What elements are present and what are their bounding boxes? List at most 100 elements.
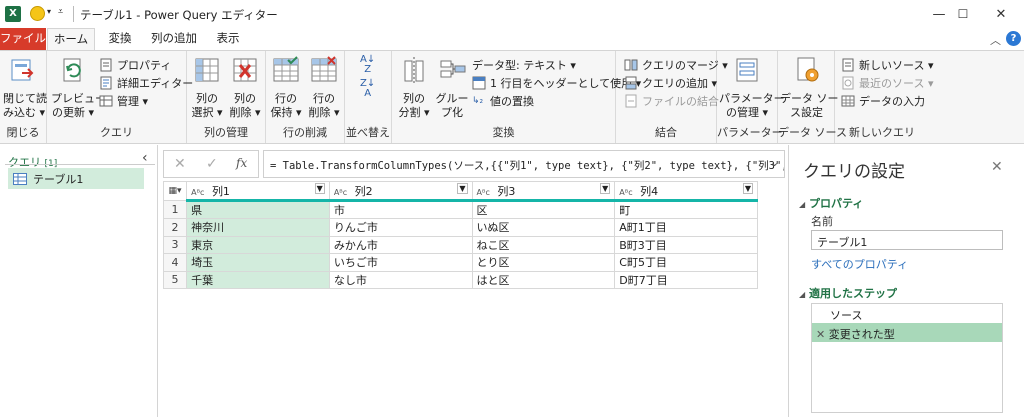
table-cell[interactable]: とり区	[471, 253, 616, 272]
table-cell[interactable]: A町1丁目	[614, 218, 758, 237]
manage-parameters-button[interactable]: パラメーター の管理 ▾	[719, 55, 785, 120]
filter-dropdown-icon[interactable]: ▼	[600, 182, 611, 194]
collapse-ribbon-icon[interactable]: ︿	[990, 32, 1001, 48]
table-cell[interactable]: 埼玉	[186, 253, 330, 272]
properties-section-header[interactable]: ◢ プロパティ	[799, 195, 863, 211]
row-number[interactable]: 1	[162, 200, 188, 219]
merge-icon	[624, 59, 638, 71]
table-cell[interactable]: 東京	[186, 235, 330, 254]
advanced-editor-label: 詳細エディター	[117, 77, 194, 90]
properties-header-label: プロパティ	[809, 197, 864, 210]
filter-dropdown-icon[interactable]: ▼	[457, 182, 468, 194]
tab-view[interactable]: 表示	[206, 28, 250, 50]
title-separator	[73, 6, 74, 22]
refresh-preview-button[interactable]: プレビュー の更新 ▾	[51, 55, 106, 120]
tab-transform[interactable]: 変換	[98, 28, 142, 50]
sort-ascending-icon[interactable]: A↓ Z	[360, 55, 375, 75]
remove-columns-button[interactable]: 列の 削除 ▾	[227, 55, 263, 120]
merge-queries-button[interactable]: クエリのマージ ▾	[624, 57, 728, 73]
help-icon[interactable]: ?	[1006, 31, 1021, 46]
replace-values-button[interactable]: ↳₂ 値の置換	[472, 93, 534, 109]
row-number[interactable]: 3	[162, 235, 188, 254]
close-and-load-button[interactable]: 閉じて読 み込む ▾	[3, 55, 47, 120]
properties-button[interactable]: プロパティ	[99, 57, 171, 73]
type-icon[interactable]: Aᴮᴄ	[477, 188, 490, 197]
table-cell[interactable]: 神奈川	[186, 218, 330, 237]
remove-rows-button[interactable]: 行の 削除 ▾	[306, 55, 342, 120]
commit-formula-icon[interactable]: ✓	[206, 156, 218, 172]
tab-add-column[interactable]: 列の追加	[144, 28, 204, 50]
table-cell[interactable]: 千葉	[186, 270, 330, 289]
choose-columns-button[interactable]: 列の 選択 ▾	[189, 55, 225, 120]
table-cell[interactable]: なし市	[328, 270, 473, 289]
group-by-button[interactable]: グルー プ化	[434, 55, 470, 120]
manage-button[interactable]: 管理 ▾	[99, 93, 148, 109]
table-cell[interactable]: みかん市	[328, 235, 473, 254]
type-icon[interactable]: Aᴮᴄ	[619, 188, 632, 197]
table-cell[interactable]: いちご市	[328, 253, 473, 272]
filter-dropdown-icon[interactable]: ▼	[314, 182, 325, 194]
table-cell[interactable]: はと区	[471, 270, 616, 289]
new-source-button[interactable]: 新しいソース ▾	[841, 57, 933, 73]
close-settings-icon[interactable]: ✕	[991, 159, 1003, 175]
table-cell[interactable]: りんご市	[328, 218, 473, 237]
append-queries-button[interactable]: クエリの追加 ▾	[624, 75, 717, 91]
enter-data-button[interactable]: データの入力	[841, 93, 925, 109]
replace-label: 値の置換	[490, 95, 534, 108]
table-cell[interactable]: いぬ区	[471, 218, 616, 237]
column-header-4[interactable]: Aᴮᴄ 列4 ▼	[614, 181, 758, 202]
column-header-2[interactable]: Aᴮᴄ 列2 ▼	[328, 181, 473, 202]
smiley-icon[interactable]	[30, 6, 45, 21]
delete-step-icon[interactable]: ✕	[816, 328, 825, 341]
queries-divider	[5, 164, 155, 165]
ribbon: 閉じて読 み込む ▾ 閉じる プレビュー の更新 ▾ プロパティ 詳細エディター…	[0, 50, 1024, 144]
table-cell[interactable]: B町3丁目	[614, 235, 758, 254]
cancel-formula-icon[interactable]: ✕	[174, 156, 186, 172]
data-source-settings-button[interactable]: データ ソー ス設定	[780, 55, 839, 120]
table-cell[interactable]: 区	[471, 200, 616, 219]
row-number[interactable]: 4	[162, 253, 188, 272]
quick-access-customize-icon[interactable]: ⩡	[58, 7, 63, 17]
table-cell[interactable]: ねこ区	[471, 235, 616, 254]
applied-steps-header[interactable]: ◢ 適用したステップ	[799, 285, 897, 301]
formula-bar: ✕ ✓ fx = Table.TransformColumnTypes(ソース,…	[163, 150, 785, 178]
row-number[interactable]: 2	[162, 218, 188, 237]
formula-input[interactable]: = Table.TransformColumnTypes(ソース,{{"列1",…	[263, 150, 785, 178]
recent-sources-button[interactable]: 最近のソース ▾	[841, 75, 933, 91]
step-item-source[interactable]: ソース	[812, 304, 1002, 323]
type-icon[interactable]: Aᴮᴄ	[191, 188, 204, 197]
table-menu-icon[interactable]: ▦▾	[162, 181, 188, 201]
column-header-1[interactable]: Aᴮᴄ 列1 ▼	[186, 181, 330, 202]
data-source-label-2: ス設定	[790, 106, 823, 119]
remove-rows-label-2: 削除 ▾	[308, 106, 340, 119]
table-cell[interactable]: D町7丁目	[614, 270, 758, 289]
table-cell[interactable]: 町	[614, 200, 758, 219]
column-header-3[interactable]: Aᴮᴄ 列3 ▼	[471, 181, 616, 202]
expand-formula-icon[interactable]: ⌄	[770, 156, 779, 169]
title-bar: X ▾ ⩡ テーブル1 - Power Query エディター — ☐ ✕	[0, 0, 1024, 28]
step-item-changed-type[interactable]: ✕ 変更された型	[812, 323, 1002, 342]
tab-file[interactable]: ファイル	[0, 28, 46, 50]
table-cell[interactable]: C町5丁目	[614, 253, 758, 272]
filter-dropdown-icon[interactable]: ▼	[742, 182, 753, 194]
split-column-button[interactable]: 列の 分割 ▾	[396, 55, 432, 120]
new-source-label: 新しいソース ▾	[859, 59, 934, 72]
close-button[interactable]: ✕	[978, 0, 1024, 28]
table-cell[interactable]: 市	[328, 200, 473, 219]
data-type-button[interactable]: データ型: テキスト ▾	[472, 57, 576, 73]
combine-files-button[interactable]: ファイルの結合	[624, 93, 719, 109]
all-properties-link[interactable]: すべてのプロパティ	[811, 256, 908, 272]
sort-descending-icon[interactable]: Z↓ A	[360, 79, 375, 99]
tab-home[interactable]: ホーム	[47, 28, 95, 51]
row-number[interactable]: 5	[162, 270, 188, 289]
query-name-input[interactable]: テーブル1	[811, 230, 1003, 250]
query-item-table1[interactable]: テーブル1	[8, 168, 144, 189]
keep-rows-button[interactable]: 行の 保持 ▾	[268, 55, 304, 120]
header-row-icon	[472, 76, 486, 90]
advanced-editor-button[interactable]: 詳細エディター	[99, 75, 193, 91]
group-query: プレビュー の更新 ▾ プロパティ 詳細エディター 管理 ▾ クエリ	[47, 51, 193, 143]
table-cell[interactable]: 県	[186, 200, 330, 219]
fx-icon[interactable]: fx	[236, 156, 247, 170]
smiley-dropdown-icon[interactable]: ▾	[47, 7, 51, 16]
type-icon[interactable]: Aᴮᴄ	[334, 188, 347, 197]
